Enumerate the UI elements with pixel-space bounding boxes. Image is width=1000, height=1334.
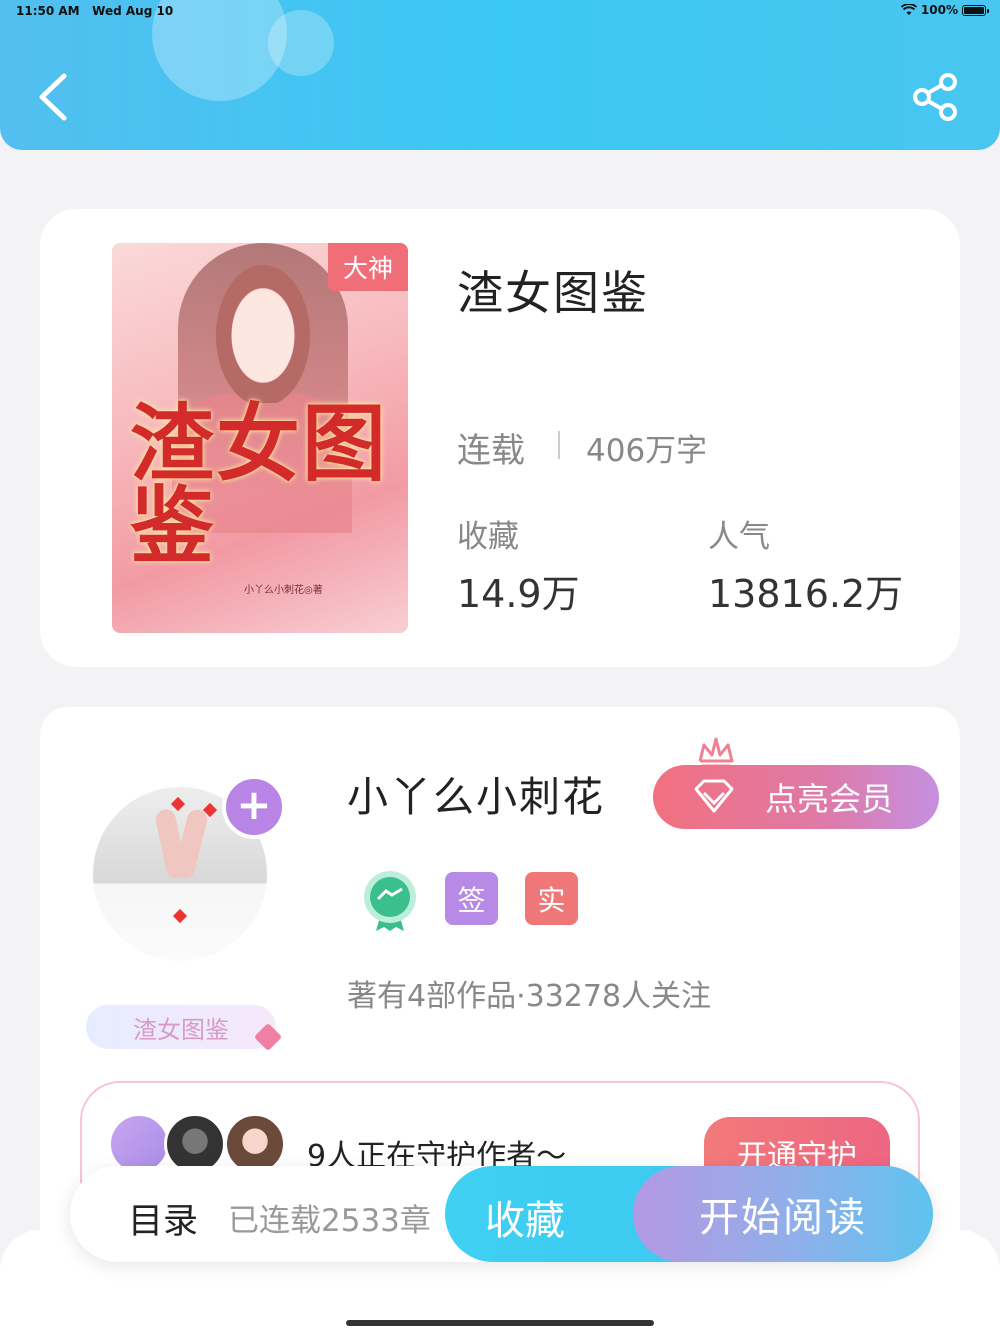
serial-status: 连载 <box>457 431 525 471</box>
author-name[interactable]: 小丫么小刺花 <box>347 763 605 823</box>
cover-author: 小丫么小刺花◎著 <box>244 585 323 596</box>
medal-icon[interactable] <box>362 869 418 933</box>
signed-author-tag: 签 <box>445 872 498 925</box>
header-bar: 11:50 AM Wed Aug 10 100% <box>0 0 1000 150</box>
status-date: Wed Aug 10 <box>92 4 174 18</box>
back-chevron-icon[interactable] <box>34 72 74 122</box>
battery-percent: 100% <box>920 3 958 17</box>
favorites-value: 14.9万 <box>457 572 580 616</box>
verified-author-tag: 实 <box>525 872 578 925</box>
wifi-icon <box>900 4 917 15</box>
book-title: 渣女图鉴 <box>457 266 649 320</box>
book-cover[interactable]: 渣女图鉴 小丫么小刺花◎著 <box>112 243 408 633</box>
master-author-badge: 大神 <box>328 243 408 291</box>
status-time: 11:50 AM Wed Aug 10 <box>16 4 173 18</box>
status-clock: 11:50 AM <box>16 4 80 18</box>
start-reading-button[interactable]: 开始阅读 <box>633 1166 933 1262</box>
chapter-count[interactable]: 已连载2533章 <box>228 1195 431 1240</box>
favorites-label: 收藏 <box>457 519 519 555</box>
toc-button[interactable]: 目录 <box>128 1193 198 1244</box>
diamond-icon <box>694 779 734 813</box>
status-right: 100% <box>900 3 989 17</box>
fan-tag: 渣女图鉴 <box>86 1005 276 1049</box>
popularity-label: 人气 <box>708 519 770 555</box>
divider <box>558 431 560 459</box>
battery-icon <box>962 4 989 16</box>
crown-icon <box>698 737 734 768</box>
member-button-label: 点亮会员 <box>765 780 894 818</box>
popularity-value: 13816.2万 <box>708 572 904 616</box>
cover-title: 渣女图鉴 <box>130 394 389 575</box>
book-info-card: 渣女图鉴 小丫么小刺花◎著 大神 渣女图鉴 连载 406万字 收藏 14.9万 … <box>40 209 960 667</box>
home-indicator <box>346 1320 654 1326</box>
word-count: 406万字 <box>586 433 708 469</box>
author-stats: 著有4部作品·33278人关注 <box>347 979 712 1014</box>
follow-plus-button[interactable]: + <box>222 775 286 839</box>
share-icon[interactable] <box>910 72 962 122</box>
decor-bubble <box>268 10 334 76</box>
